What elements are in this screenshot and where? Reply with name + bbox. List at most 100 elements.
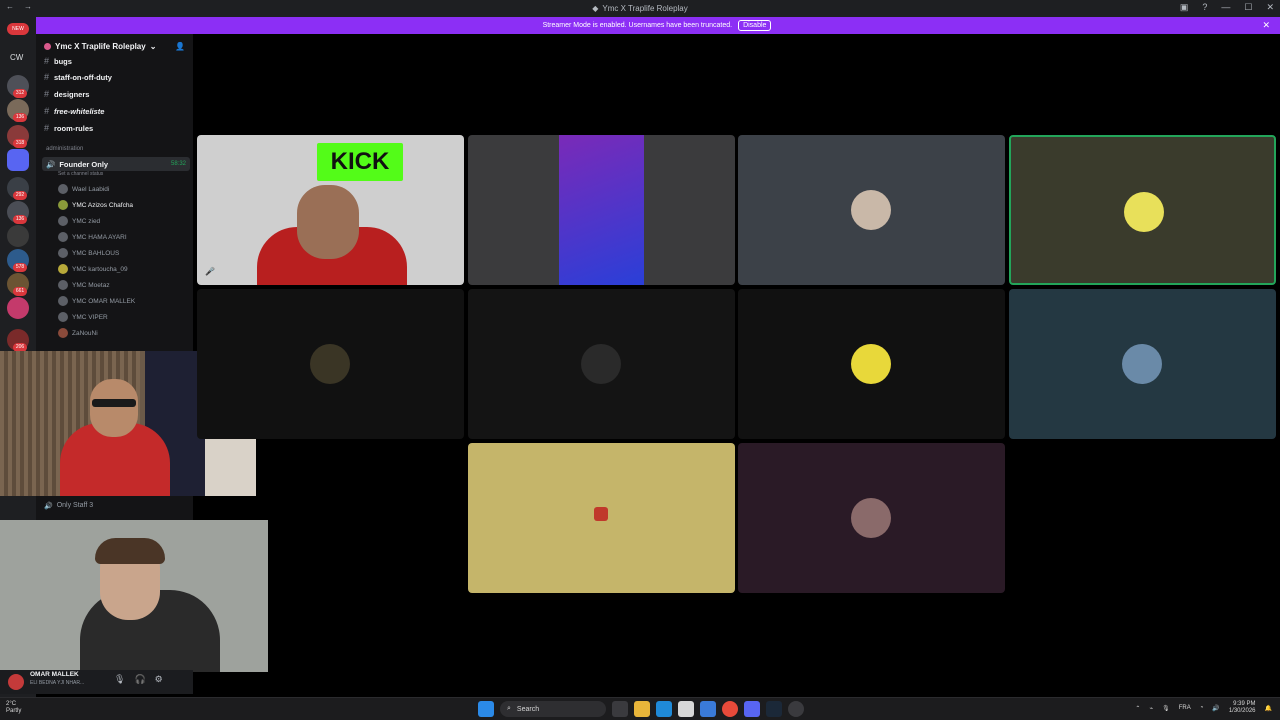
- new-badge[interactable]: NEW: [7, 23, 29, 35]
- microphone-icon[interactable]: 🎙: [1162, 705, 1170, 712]
- help-icon[interactable]: ?: [1202, 2, 1207, 13]
- category-label[interactable]: administration: [46, 146, 83, 152]
- disable-button[interactable]: Disable: [738, 20, 772, 31]
- nav-arrows[interactable]: ← →: [6, 2, 32, 11]
- user-status: ELI BEDNA YJI NHAR...: [30, 680, 85, 686]
- voice-member[interactable]: YMC Azizos Chafcha: [58, 200, 133, 210]
- server-icon[interactable]: [7, 225, 29, 247]
- stream-tile[interactable]: [738, 135, 1005, 285]
- channel-item[interactable]: # room-rules: [44, 123, 93, 133]
- steam-icon[interactable]: [766, 701, 782, 717]
- task-view-icon[interactable]: [612, 701, 628, 717]
- headphones-icon[interactable]: 🎧: [134, 674, 145, 685]
- voice-member[interactable]: YMC VIPER: [58, 312, 108, 322]
- channel-item[interactable]: # bugs: [44, 56, 72, 66]
- settings-gear-icon[interactable]: ⚙: [155, 674, 163, 685]
- folder-icon[interactable]: [7, 149, 29, 171]
- back-icon[interactable]: ←: [6, 2, 14, 11]
- voice-channel-founder-only[interactable]: 🔊 Founder Only 58:32: [42, 157, 190, 171]
- voice-member[interactable]: YMC OMAR MALLEK: [58, 296, 135, 306]
- app-icon[interactable]: [788, 701, 804, 717]
- mic-muted-icon: 🎤: [205, 267, 215, 276]
- stream-tile[interactable]: [738, 289, 1005, 439]
- avatar: [851, 498, 891, 538]
- close-icon[interactable]: ✕: [1266, 2, 1274, 13]
- member-name: YMC zied: [72, 217, 101, 225]
- clock[interactable]: 9:39 PM 1/30/2026: [1229, 701, 1256, 715]
- voice-member[interactable]: ZaNouNi: [58, 328, 98, 338]
- app-icon[interactable]: [700, 701, 716, 717]
- avatar: [58, 296, 68, 306]
- voice-member[interactable]: Wael Laabidi: [58, 184, 109, 194]
- stream-tile[interactable]: [738, 443, 1005, 593]
- edge-icon[interactable]: [656, 701, 672, 717]
- member-name: YMC BAHLOUS: [72, 249, 120, 257]
- channel-item[interactable]: # staff-on-off-duty: [44, 72, 112, 82]
- unread-badge: 136: [13, 215, 27, 224]
- start-windows-icon[interactable]: [478, 701, 494, 717]
- webcam-overlay: [0, 520, 268, 672]
- chevron-up-icon[interactable]: ⌃: [1135, 705, 1140, 712]
- voice-member[interactable]: YMC kartoucha_09: [58, 264, 128, 274]
- person-head: [297, 185, 359, 259]
- chrome-icon[interactable]: [722, 701, 738, 717]
- voice-timer: 58:32: [170, 161, 186, 167]
- volume-icon[interactable]: 🔊: [1212, 705, 1219, 712]
- store-icon[interactable]: [678, 701, 694, 717]
- network-icon[interactable]: ⌁: [1149, 705, 1153, 712]
- inbox-icon[interactable]: ▣: [1180, 2, 1189, 13]
- channel-name: bugs: [54, 56, 72, 66]
- streamer-bar-close-icon[interactable]: ✕: [1262, 20, 1270, 31]
- avatar: [58, 280, 68, 290]
- stream-tile[interactable]: [468, 443, 735, 593]
- minimize-icon[interactable]: —: [1221, 2, 1230, 13]
- avatar: [58, 312, 68, 322]
- maximize-icon[interactable]: ☐: [1244, 2, 1252, 13]
- server-header[interactable]: Ymc X Traplife Roleplay ⌄ 👤: [36, 34, 193, 58]
- channel-status[interactable]: Set a channel status: [58, 171, 103, 177]
- member-name: YMC Moetaz: [72, 281, 110, 289]
- hash-icon: #: [44, 106, 50, 116]
- notification-bell-icon[interactable]: 🔔: [1265, 705, 1272, 712]
- hash-icon: #: [44, 89, 50, 99]
- member-name: Wael Laabidi: [72, 185, 110, 193]
- stream-tile[interactable]: [468, 289, 735, 439]
- forward-icon[interactable]: →: [24, 2, 32, 11]
- stream-tile[interactable]: [197, 289, 464, 439]
- avatar: [58, 232, 68, 242]
- stream-tile-kick[interactable]: KICK 🎤: [197, 135, 464, 285]
- title-bar: ← → ◆ Ymc X Traplife Roleplay ▣ ? — ☐ ✕: [0, 0, 1280, 17]
- server-icon[interactable]: [7, 297, 29, 319]
- wifi-icon[interactable]: ◔: [1200, 705, 1204, 711]
- unread-badge: 661: [13, 287, 27, 296]
- voice-member[interactable]: YMC Moetaz: [58, 280, 110, 290]
- stream-tile[interactable]: [468, 135, 735, 285]
- chevron-down-icon: ⌄: [149, 41, 157, 51]
- voice-channel-only-staff-3[interactable]: 🔊 Only Staff 3: [44, 502, 93, 510]
- microphone-icon[interactable]: 🎙: [114, 674, 125, 685]
- channel-item[interactable]: # free-whiteliste: [44, 106, 104, 116]
- avatar[interactable]: [8, 674, 24, 690]
- stream-tile-speaking[interactable]: [1009, 135, 1276, 285]
- avatar: [58, 200, 68, 210]
- add-member-icon[interactable]: 👤: [175, 42, 185, 51]
- taskbar-search[interactable]: ⌕ Search: [500, 701, 606, 717]
- cw-label[interactable]: CW: [10, 53, 23, 62]
- speaker-icon: 🔊: [44, 503, 53, 510]
- voice-member[interactable]: YMC HAMA AYARI: [58, 232, 127, 242]
- channel-item[interactable]: # designers: [44, 89, 89, 99]
- stream-tile[interactable]: [1009, 289, 1276, 439]
- hash-icon: #: [44, 72, 50, 82]
- clock-time: 9:39 PM: [1233, 701, 1256, 707]
- avatar: [581, 344, 621, 384]
- voice-member[interactable]: YMC zied: [58, 216, 100, 226]
- avatar: [58, 264, 68, 274]
- voice-member[interactable]: YMC BAHLOUS: [58, 248, 119, 258]
- file-explorer-icon[interactable]: [634, 701, 650, 717]
- channel-name: designers: [54, 89, 90, 99]
- discord-icon[interactable]: [744, 701, 760, 717]
- weather-widget[interactable]: 2°C Partly: [6, 701, 21, 715]
- language-indicator[interactable]: FRA: [1179, 705, 1191, 711]
- server-logo-icon: ◆: [592, 4, 599, 13]
- member-name: ZaNouNi: [72, 329, 98, 337]
